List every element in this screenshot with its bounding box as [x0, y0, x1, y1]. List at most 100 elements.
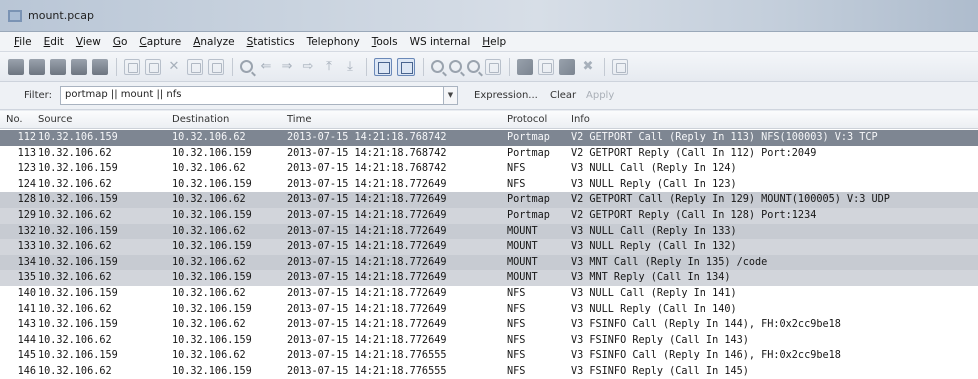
normal-size-icon[interactable]	[467, 60, 480, 73]
packet-row[interactable]: 134 10.32.106.159 10.32.106.62 2013-07-15 1…	[0, 254, 978, 271]
packet-row[interactable]: 123 10.32.106.159 10.32.106.62 2013-07-15 1…	[0, 161, 978, 177]
packet-row[interactable]: 135 10.32.106.62 10.32.106.159 2013-07-15 1…	[0, 270, 978, 286]
packet-list-header: No. Source Destination Time Protocol Inf…	[0, 111, 978, 129]
packet-time: 2013-07-15 14:21:18.772649	[287, 272, 447, 284]
open-file-icon[interactable]	[124, 58, 140, 75]
auto-scroll-icon[interactable]	[397, 57, 415, 76]
packet-protocol: NFS	[507, 178, 526, 190]
packet-protocol: Portmap	[507, 132, 550, 143]
menu-item-mnemonic: C	[139, 35, 147, 48]
packet-destination: 10.32.106.159	[172, 272, 252, 284]
preferences-icon[interactable]: ✖	[580, 59, 596, 75]
packet-info: V3 FSINFO Call (Reply In 146), FH:0x2cc9…	[571, 350, 841, 362]
zoom-in-icon[interactable]	[431, 60, 444, 73]
packet-row[interactable]: 132 10.32.106.159 10.32.106.62 2013-07-15 1…	[0, 223, 978, 240]
packet-row[interactable]: 145 10.32.106.159 10.32.106.62 2013-07-15 1…	[0, 348, 978, 364]
menu-item[interactable]: Tools	[372, 36, 398, 48]
find-packet-icon[interactable]	[240, 60, 253, 73]
column-header-no[interactable]: No.	[6, 114, 23, 125]
column-header-destination[interactable]: Destination	[172, 114, 229, 125]
help-icon[interactable]	[612, 58, 628, 75]
display-filters-icon[interactable]	[538, 58, 554, 75]
packet-destination: 10.32.106.159	[172, 241, 252, 253]
column-header-protocol[interactable]: Protocol	[507, 114, 547, 125]
packet-protocol: MOUNT	[507, 256, 538, 268]
packet-protocol: MOUNT	[507, 225, 538, 237]
menu-item[interactable]: View	[76, 36, 101, 48]
apply-button[interactable]: Apply	[586, 90, 614, 101]
zoom-out-icon[interactable]	[449, 60, 462, 73]
go-to-packet-icon[interactable]: ⇨	[300, 59, 316, 75]
main-toolbar: ✕ ⇐ ⇒ ⇨ ⤒ ⤓ ✖	[0, 52, 978, 82]
coloring-rules-icon[interactable]	[559, 58, 575, 75]
menu-item[interactable]: Statistics	[247, 36, 295, 48]
packet-time: 2013-07-15 14:21:18.772649	[287, 194, 447, 206]
packet-info: V3 NULL Reply (Call In 123)	[571, 178, 737, 190]
last-packet-icon[interactable]: ⤓	[342, 59, 358, 75]
expression-button[interactable]: Expression...	[474, 90, 538, 101]
menu-item[interactable]: Help	[482, 36, 506, 48]
capture-options-icon[interactable]	[29, 58, 45, 75]
go-back-icon[interactable]: ⇐	[258, 59, 274, 75]
packet-source: 10.32.106.62	[38, 210, 112, 221]
menu-item[interactable]: Capture	[139, 36, 181, 48]
menu-item[interactable]: Go	[113, 36, 128, 48]
packet-row[interactable]: 143 10.32.106.159 10.32.106.62 2013-07-15 1…	[0, 317, 978, 333]
packet-protocol: Portmap	[507, 147, 550, 159]
menu-item[interactable]: Analyze	[193, 36, 234, 48]
packet-row[interactable]: 140 10.32.106.159 10.32.106.62 2013-07-15 1…	[0, 286, 978, 302]
packet-row[interactable]: 113 10.32.106.62 10.32.106.159 2013-07-15 1…	[0, 146, 978, 162]
packet-number: 124	[17, 178, 36, 190]
packet-time: 2013-07-15 14:21:18.772649	[287, 256, 447, 268]
restart-capture-icon[interactable]	[92, 58, 108, 75]
packet-info: V3 MNT Call (Reply In 135) /code	[571, 256, 768, 268]
packet-destination: 10.32.106.62	[172, 256, 246, 268]
packet-row[interactable]: 144 10.32.106.62 10.32.106.159 2013-07-15 1…	[0, 333, 978, 349]
print-icon[interactable]	[208, 58, 224, 75]
packet-number: 144	[17, 334, 36, 346]
stop-capture-icon[interactable]	[71, 58, 87, 75]
close-file-icon[interactable]: ✕	[166, 59, 182, 75]
packet-source: 10.32.106.159	[38, 194, 118, 206]
menu-item[interactable]: Telephony	[307, 36, 360, 48]
toolbar-divider	[232, 57, 233, 76]
packet-row[interactable]: 124 10.32.106.62 10.32.106.159 2013-07-15 1…	[0, 177, 978, 193]
start-capture-icon[interactable]	[50, 58, 66, 75]
capture-filters-icon[interactable]	[517, 58, 533, 75]
save-file-icon[interactable]	[145, 58, 161, 75]
menu-item-mnemonic: V	[75, 35, 83, 48]
column-header-time[interactable]: Time	[287, 114, 311, 125]
menu-item[interactable]: Edit	[44, 36, 64, 48]
packet-protocol: NFS	[507, 334, 526, 346]
reload-icon[interactable]	[187, 58, 203, 75]
column-header-source[interactable]: Source	[38, 114, 72, 125]
menu-item[interactable]: WS internal	[410, 36, 471, 48]
packet-row[interactable]: 129 10.32.106.62 10.32.106.159 2013-07-15 1…	[0, 208, 978, 224]
packet-time: 2013-07-15 14:21:18.772649	[287, 178, 447, 190]
menu-item[interactable]: File	[14, 36, 32, 48]
packet-time: 2013-07-15 14:21:18.776555	[287, 350, 447, 362]
interface-list-icon[interactable]	[8, 58, 24, 75]
resize-columns-icon[interactable]	[485, 58, 501, 75]
colorize-icon[interactable]	[374, 57, 392, 76]
packet-row[interactable]: 128 10.32.106.159 10.32.106.62 2013-07-15 1…	[0, 192, 978, 208]
packet-info: V3 NULL Call (Reply In 133)	[571, 225, 737, 237]
packet-row[interactable]: 141 10.32.106.62 10.32.106.159 2013-07-15 1…	[0, 302, 978, 318]
packet-protocol: NFS	[507, 366, 526, 377]
packet-row[interactable]: 112 10.32.106.159 10.32.106.62 2013-07-15 1…	[0, 130, 978, 146]
first-packet-icon[interactable]: ⤒	[321, 59, 337, 75]
packet-number: 146	[17, 366, 36, 377]
packet-destination: 10.32.106.62	[172, 163, 246, 175]
packet-row[interactable]: 146 10.32.106.62 10.32.106.159 2013-07-15 1…	[0, 364, 978, 379]
packet-number: 112	[17, 132, 36, 143]
display-filter-input[interactable]: portmap || mount || nfs	[60, 86, 444, 105]
packet-number: 113	[17, 147, 36, 159]
packet-info: V3 NULL Reply (Call In 132)	[571, 241, 737, 253]
menu-item-label: ools	[376, 35, 398, 48]
packet-source: 10.32.106.62	[38, 178, 112, 190]
go-forward-icon[interactable]: ⇒	[279, 59, 295, 75]
clear-button[interactable]: Clear	[550, 90, 576, 101]
filter-dropdown-icon[interactable]: ▼	[444, 86, 458, 105]
packet-row[interactable]: 133 10.32.106.62 10.32.106.159 2013-07-15 1…	[0, 239, 978, 255]
column-header-info[interactable]: Info	[571, 114, 590, 125]
